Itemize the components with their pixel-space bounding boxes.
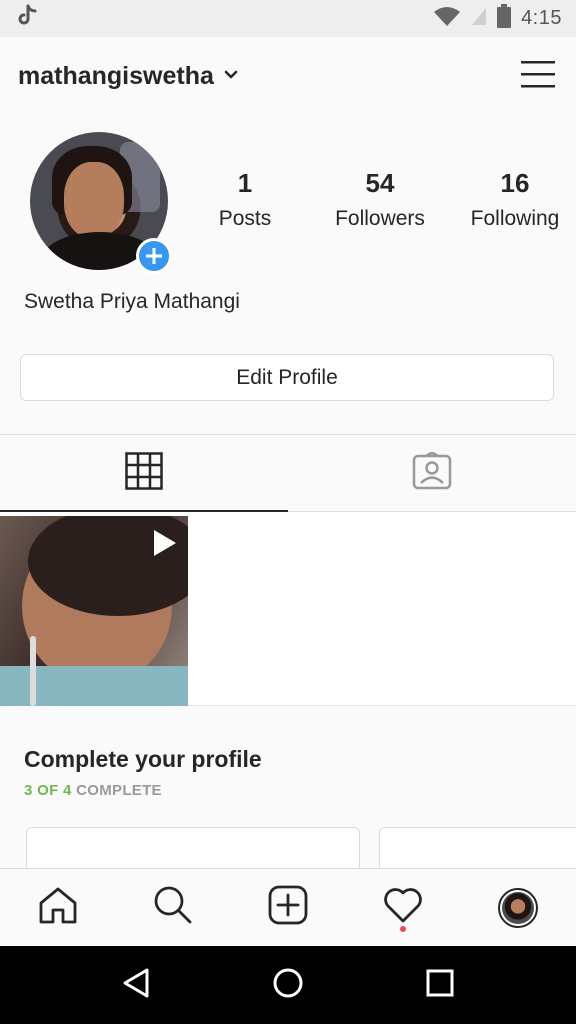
android-home-button[interactable]: [260, 957, 316, 1013]
profile-header: mathangiswetha: [0, 37, 576, 115]
signal-icon: [471, 6, 487, 31]
profile-avatar-icon: [498, 887, 539, 928]
play-icon: [154, 530, 176, 556]
posts-label: Posts: [218, 207, 272, 230]
battery-icon: [497, 4, 512, 33]
tab-grid[interactable]: [0, 435, 288, 512]
complete-profile-section: Complete your profile 3 OF 4 COMPLETE: [24, 746, 262, 799]
chevron-down-icon: [224, 67, 238, 85]
stat-following[interactable]: 16 Following: [470, 168, 560, 231]
account-switcher[interactable]: mathangiswetha: [18, 62, 518, 91]
followers-count: 54: [365, 168, 395, 198]
heart-icon: [382, 886, 424, 929]
nav-home[interactable]: [28, 878, 88, 938]
status-time: 4:15: [521, 7, 562, 29]
progress-done-text: 3 OF 4: [24, 782, 72, 799]
add-post-icon: [268, 885, 308, 930]
android-nav-bar: [0, 946, 576, 1024]
bottom-nav: [0, 868, 576, 946]
recents-icon: [426, 969, 454, 1002]
add-story-button[interactable]: [136, 238, 172, 274]
home-circle-icon: [272, 967, 304, 1004]
tagged-person-icon: [412, 450, 452, 495]
followers-label: Followers: [335, 207, 425, 230]
progress-rest-text: COMPLETE: [76, 782, 162, 799]
hamburger-menu-icon: [521, 59, 555, 94]
profile-avatar-wrap[interactable]: [30, 132, 172, 274]
edit-profile-button[interactable]: Edit Profile: [20, 354, 554, 401]
stat-posts[interactable]: 1 Posts: [200, 168, 290, 231]
notification-dot: [400, 925, 407, 932]
profile-tabs: [0, 434, 576, 512]
android-recents-button[interactable]: [412, 957, 468, 1013]
following-label: Following: [470, 207, 560, 230]
plus-icon: [145, 243, 163, 269]
posts-grid: [0, 512, 576, 706]
following-count: 16: [500, 168, 530, 198]
username: mathangiswetha: [18, 61, 214, 90]
nav-add-post[interactable]: [258, 878, 318, 938]
nav-activity[interactable]: [373, 878, 433, 938]
stat-followers[interactable]: 54 Followers: [335, 168, 425, 231]
profile-stats: 1 Posts 54 Followers 16 Following: [200, 168, 560, 231]
nav-search[interactable]: [143, 878, 203, 938]
android-back-button[interactable]: [108, 957, 164, 1013]
nav-profile[interactable]: [488, 878, 548, 938]
complete-profile-progress: 3 OF 4 COMPLETE: [24, 782, 262, 799]
post-thumbnail[interactable]: [0, 516, 188, 706]
status-bar: 4:15: [0, 0, 576, 37]
grid-icon: [125, 451, 163, 495]
tab-tagged[interactable]: [288, 435, 576, 511]
home-icon: [38, 886, 78, 929]
back-icon: [121, 967, 151, 1004]
wifi-icon: [433, 5, 461, 32]
full-name: Swetha Priya Mathangi: [24, 290, 240, 313]
search-icon: [153, 885, 193, 930]
complete-profile-title: Complete your profile: [24, 746, 262, 772]
tiktok-icon: [16, 4, 38, 33]
menu-button[interactable]: [518, 56, 558, 96]
posts-count: 1: [237, 168, 253, 198]
